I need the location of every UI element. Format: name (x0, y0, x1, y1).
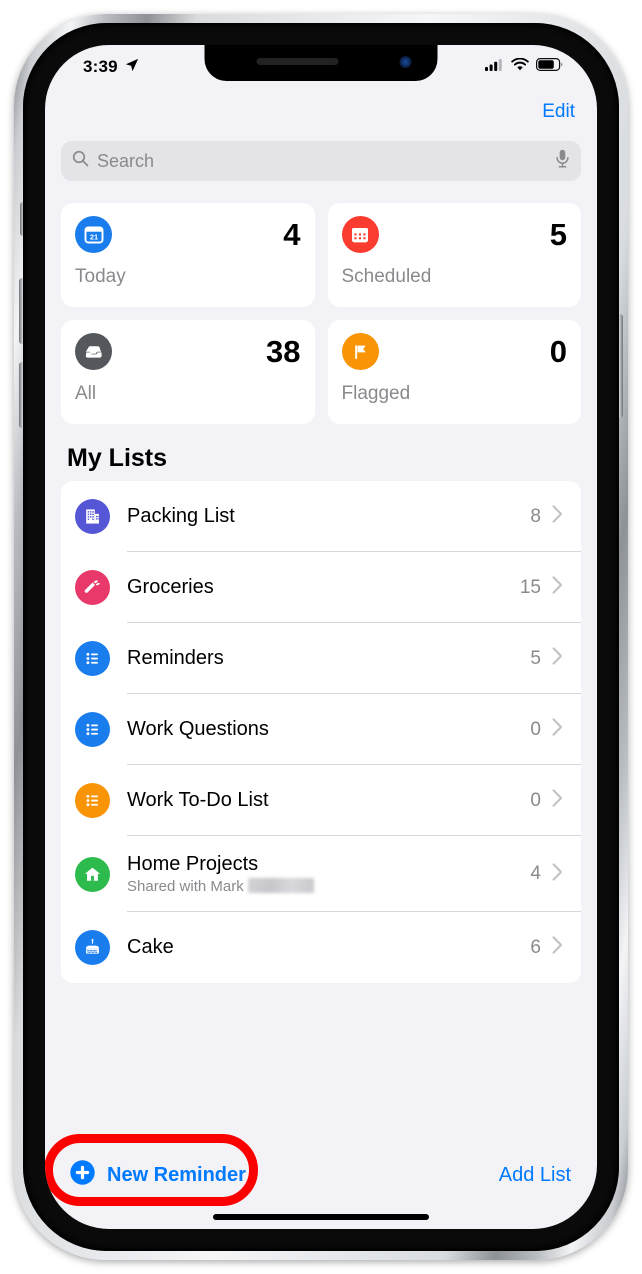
list-item-count: 6 (530, 936, 541, 958)
my-lists-card: Packing List 8 Groceries 15 Reminders 5 … (61, 481, 581, 983)
earpiece-speaker-icon (256, 58, 339, 65)
list-item-text: Packing List (127, 505, 530, 528)
chevron-right-icon (552, 936, 563, 959)
wifi-icon (511, 57, 529, 76)
house-icon (75, 856, 110, 892)
phone-screen: 3:39 Edit Search 21 4 Today 5 Scheduled … (45, 45, 597, 1229)
status-bar-right (485, 57, 563, 76)
smart-card-count: 0 (549, 334, 567, 369)
status-time: 3:39 (83, 57, 118, 76)
search-icon (72, 150, 89, 172)
calendar-grid-icon (341, 216, 379, 253)
edit-button[interactable]: Edit (542, 101, 575, 123)
list-item-name: Work To-Do List (127, 789, 269, 811)
bulleted-list-icon (75, 641, 110, 676)
front-camera-icon (399, 56, 412, 68)
flag-icon (341, 333, 379, 370)
list-item-packing-list[interactable]: Packing List 8 (61, 481, 581, 552)
list-item-subtitle: Shared with Mark (127, 877, 314, 895)
smart-card-all[interactable]: 38 All (61, 320, 315, 424)
iphone-device-frame: 3:39 Edit Search 21 4 Today 5 Scheduled … (14, 14, 628, 1260)
my-lists-heading: My Lists (67, 444, 168, 472)
smart-card-label: Today (75, 266, 126, 287)
list-item-name: Home Projects (127, 852, 259, 875)
list-item-cake[interactable]: Cake 6 (61, 912, 581, 983)
list-item-text: Work Questions (127, 718, 530, 741)
bulleted-list-icon (75, 783, 110, 818)
chevron-right-icon (552, 576, 563, 599)
smart-card-top: 21 4 (75, 216, 301, 253)
search-placeholder: Search (97, 150, 155, 171)
shared-with-label: Shared with Mark (127, 877, 244, 895)
smart-card-label: All (75, 383, 97, 404)
calendar-day-icon: 21 (75, 216, 112, 253)
search-input[interactable]: Search (61, 141, 581, 181)
list-item-groceries[interactable]: Groceries 15 (61, 552, 581, 623)
plus-circle-icon (69, 1159, 96, 1191)
new-reminder-label: New Reminder (107, 1163, 246, 1186)
reminders-app-content: Edit Search 21 4 Today 5 Scheduled 38 Al… (45, 89, 597, 1229)
svg-text:21: 21 (89, 232, 97, 241)
smart-card-top: 38 (75, 333, 301, 370)
list-item-work-questions[interactable]: Work Questions 0 (61, 694, 581, 765)
smart-card-today[interactable]: 21 4 Today (61, 203, 315, 307)
cellular-signal-icon (485, 58, 504, 76)
smart-card-count: 5 (549, 217, 567, 252)
chevron-right-icon (552, 718, 563, 741)
notch (204, 45, 438, 81)
list-item-count: 15 (519, 576, 541, 598)
location-arrow-icon (125, 58, 139, 77)
smart-card-label: Flagged (341, 383, 411, 404)
list-item-name: Groceries (127, 576, 214, 598)
microphone-icon[interactable] (555, 149, 570, 173)
smart-card-count: 38 (266, 334, 301, 369)
list-item-count: 0 (530, 789, 541, 811)
list-item-home-projects[interactable]: Home Projects Shared with Mark 4 (61, 836, 581, 912)
status-bar-left: 3:39 (83, 57, 139, 77)
list-item-work-to-do-list[interactable]: Work To-Do List 0 (61, 765, 581, 836)
list-item-count: 4 (530, 863, 541, 884)
new-reminder-button[interactable]: New Reminder (45, 1134, 258, 1206)
add-list-button[interactable]: Add List (499, 1164, 571, 1187)
list-item-count: 5 (530, 647, 541, 669)
list-item-name: Reminders (127, 647, 224, 669)
list-item-count: 0 (530, 718, 541, 740)
list-item-text: Work To-Do List (127, 789, 530, 812)
list-item-name: Work Questions (127, 718, 269, 740)
redacted-name (247, 877, 314, 893)
list-item-text: Home Projects Shared with Mark (127, 853, 530, 896)
chevron-right-icon (552, 862, 563, 886)
list-item-text: Cake (127, 936, 530, 959)
home-indicator[interactable] (213, 1214, 429, 1220)
smart-lists-grid: 21 4 Today 5 Scheduled 38 All 0 Flagged (61, 203, 581, 424)
chevron-right-icon (552, 789, 563, 812)
smart-card-top: 5 (341, 216, 567, 253)
building-icon (75, 499, 110, 534)
list-item-text: Reminders (127, 647, 530, 670)
list-item-text: Groceries (127, 576, 520, 599)
smart-card-count: 4 (283, 217, 301, 252)
bulleted-list-icon (75, 712, 110, 747)
list-item-name: Packing List (127, 505, 235, 527)
chevron-right-icon (552, 647, 563, 670)
list-item-name: Cake (127, 936, 174, 958)
battery-icon (536, 58, 563, 76)
smart-card-flagged[interactable]: 0 Flagged (327, 320, 581, 424)
birthday-cake-icon (75, 930, 110, 965)
inbox-tray-icon (75, 333, 112, 370)
list-item-reminders[interactable]: Reminders 5 (61, 623, 581, 694)
chevron-right-icon (552, 505, 563, 528)
smart-card-top: 0 (341, 333, 567, 370)
list-item-count: 8 (530, 505, 541, 527)
carrot-icon (75, 570, 110, 605)
smart-card-label: Scheduled (341, 266, 432, 287)
navigation-bar: Edit (45, 89, 597, 135)
bottom-toolbar: New Reminder Add List (45, 1134, 597, 1206)
device-bezel: 3:39 Edit Search 21 4 Today 5 Scheduled … (23, 23, 619, 1251)
smart-card-scheduled[interactable]: 5 Scheduled (327, 203, 581, 307)
